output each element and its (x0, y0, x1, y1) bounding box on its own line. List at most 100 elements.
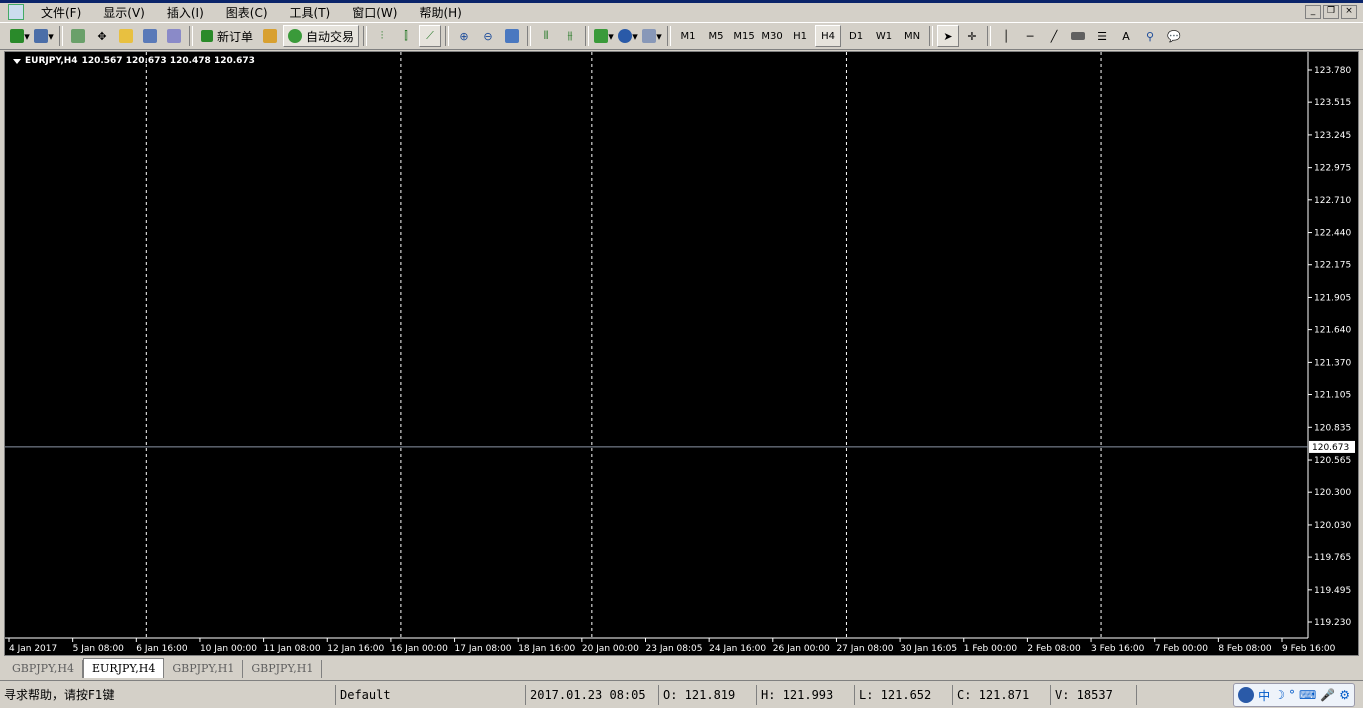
menu-view[interactable]: 显示(V) (92, 4, 156, 21)
market-watch-icon (71, 29, 85, 43)
time-tick-label: 17 Jan 08:00 (455, 644, 512, 654)
horizontal-line-button[interactable]: ─ (1019, 25, 1041, 47)
status-time: 2017.01.23 08:05 (526, 684, 659, 705)
ime-logo-icon (1238, 687, 1255, 703)
crosshair-button[interactable]: ✛ (961, 25, 983, 47)
timeframe-d1[interactable]: D1 (843, 25, 869, 47)
microphone-icon: 🎤 (1320, 688, 1336, 702)
timeframe-mn[interactable]: MN (899, 25, 925, 47)
indicators-button[interactable]: ▾ (593, 25, 615, 47)
timeframe-m1[interactable]: M1 (675, 25, 701, 47)
templates-button[interactable]: ▾ (641, 25, 663, 47)
menu-insert[interactable]: 插入(I) (156, 4, 215, 21)
time-tick-label: 26 Jan 00:00 (773, 644, 830, 654)
status-close: C: 121.871 (953, 684, 1051, 705)
price-tick-label: 123.780 (1314, 66, 1351, 76)
menu-file[interactable]: 文件(F) (30, 4, 92, 21)
zoom-out-button[interactable]: ⊖ (477, 25, 499, 47)
zoom-in-button[interactable]: ⊕ (453, 25, 475, 47)
menu-window[interactable]: 窗口(W) (341, 4, 408, 21)
time-tick-label: 16 Jan 00:00 (391, 644, 448, 654)
new-order-label: 新订单 (217, 29, 254, 44)
timeframe-h1[interactable]: H1 (787, 25, 813, 47)
price-tick-label: 120.030 (1314, 521, 1351, 531)
tab-gbpjpy-h1-2[interactable]: GBPJPY,H1 (243, 660, 323, 678)
bar-chart-icon: ⫶ (380, 29, 384, 42)
terminal-button[interactable] (139, 25, 161, 47)
new-chart-button[interactable]: ▾ (9, 25, 31, 47)
price-tick-label: 122.975 (1314, 164, 1351, 174)
time-tick-label: 27 Jan 08:00 (836, 644, 893, 654)
chat-button[interactable]: 💬 (1163, 25, 1185, 47)
status-profile: Default (336, 684, 526, 705)
auto-trading-icon (288, 29, 303, 43)
candlestick-button[interactable]: ⫿ (395, 25, 417, 47)
close-button[interactable]: × (1341, 5, 1357, 19)
candlestick-chart[interactable]: 123.780 123.515 123.245 122.975 122.710 122.4… (5, 52, 1358, 655)
menu-charts[interactable]: 图表(C) (215, 4, 279, 21)
vertical-line-button[interactable]: │ (995, 25, 1017, 47)
tile-windows-icon (505, 29, 520, 43)
search-icon: ⚲ (1146, 29, 1155, 43)
menu-tools[interactable]: 工具(T) (279, 4, 342, 21)
meta-editor-button[interactable] (259, 25, 281, 47)
cursor-button[interactable]: ➤ (937, 25, 960, 47)
menu-help[interactable]: 帮助(H) (408, 4, 472, 21)
zoom-in-icon: ⊕ (459, 29, 469, 43)
channel-icon (1071, 32, 1086, 40)
crosshair-move-icon: ✥ (97, 29, 107, 43)
chart-tabs: GBPJPY,H4 EURJPY,H4 GBPJPY,H1 GBPJPY,H1 (4, 658, 1359, 678)
settings-gear-icon: ⚙ (1339, 688, 1350, 702)
channel-button[interactable] (1067, 25, 1089, 47)
autoscroll-button[interactable]: ⫵ (559, 25, 581, 47)
timeframe-m30[interactable]: M30 (759, 25, 785, 47)
timeframe-h4[interactable]: H4 (815, 25, 842, 47)
bar-chart-button[interactable]: ⫶ (371, 25, 393, 47)
chart-window[interactable]: 123.780 123.515 123.245 122.975 122.710 122.4… (4, 51, 1359, 656)
timeframe-m5[interactable]: M5 (703, 25, 729, 47)
navigator-button[interactable]: ✥ (91, 25, 113, 47)
tab-gbpjpy-h1[interactable]: GBPJPY,H1 (164, 660, 244, 678)
ime-toolbar[interactable]: 中 ☽ ° ⌨ 🎤 ⚙ (1233, 683, 1355, 707)
app-icon[interactable] (8, 4, 24, 20)
tab-eurjpy-h4[interactable]: EURJPY,H4 (83, 658, 165, 678)
keyboard-icon: ⌨ (1298, 688, 1317, 702)
timeframe-m15[interactable]: M15 (731, 25, 757, 47)
meta-editor-icon (263, 29, 278, 43)
status-low: L: 121.652 (855, 684, 953, 705)
search-button[interactable]: ⚲ (1139, 25, 1161, 47)
new-chart-icon (10, 29, 25, 43)
status-high: H: 121.993 (757, 684, 855, 705)
time-tick-label: 23 Jan 08:05 (646, 644, 703, 654)
trendline-button[interactable]: ╱ (1043, 25, 1065, 47)
market-watch-button[interactable] (67, 25, 89, 47)
line-chart-button[interactable]: ⟋ (419, 25, 442, 47)
tile-windows-button[interactable] (501, 25, 523, 47)
restore-button[interactable]: ❐ (1323, 5, 1339, 19)
data-window-button[interactable] (115, 25, 137, 47)
chart-shift-button[interactable]: ⫴ (535, 25, 557, 47)
minimize-button[interactable]: _ (1305, 5, 1321, 19)
chart-info-label: EURJPY,H4 120.567 120.673 120.478 120.67… (13, 56, 255, 66)
status-volume: V: 18537 (1051, 684, 1137, 705)
text-button[interactable]: A (1115, 25, 1137, 47)
time-tick-label: 3 Feb 16:00 (1091, 644, 1145, 654)
profiles-button[interactable]: ▾ (33, 25, 55, 47)
status-help: 寻求帮助，请按F1键 (0, 684, 336, 705)
price-tick-label: 122.440 (1314, 229, 1351, 239)
fibonacci-button[interactable]: ☰ (1091, 25, 1113, 47)
tab-gbpjpy-h4[interactable]: GBPJPY,H4 (4, 660, 84, 678)
new-order-button[interactable]: 新订单 (197, 25, 257, 47)
chart-symbol: EURJPY,H4 (25, 56, 78, 66)
template-icon (642, 29, 657, 43)
periods-button[interactable]: ▾ (617, 25, 639, 47)
time-tick-label: 12 Jan 16:00 (327, 644, 384, 654)
time-tick-label: 18 Jan 16:00 (518, 644, 575, 654)
tester-button[interactable] (163, 25, 185, 47)
timeframe-w1[interactable]: W1 (871, 25, 897, 47)
indicators-icon (594, 29, 609, 43)
auto-trading-button[interactable]: 自动交易 (283, 25, 360, 47)
time-tick-label: 20 Jan 00:00 (582, 644, 639, 654)
dropdown-triangle-icon[interactable] (13, 58, 21, 64)
auto-trading-label: 自动交易 (306, 29, 355, 44)
